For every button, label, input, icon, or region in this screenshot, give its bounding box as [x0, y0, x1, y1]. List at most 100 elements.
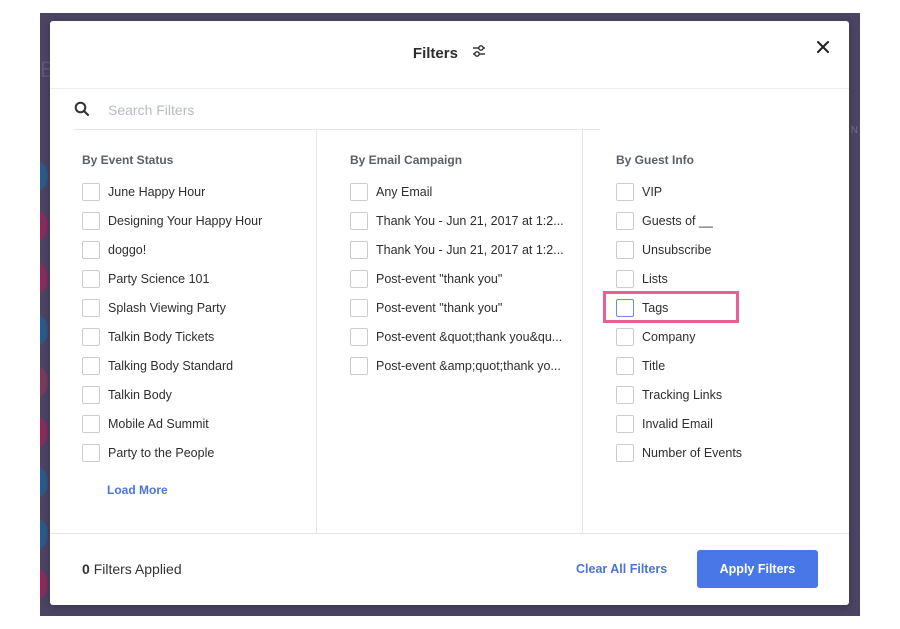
background-avatar: [40, 211, 48, 241]
checkbox[interactable]: [616, 241, 634, 259]
filter-option[interactable]: Invalid Email: [616, 415, 842, 437]
search-bar: [74, 89, 600, 130]
filter-option-label: Post-event &quot;thank you&qu...: [376, 330, 563, 344]
background-avatar: [40, 467, 48, 497]
filter-option[interactable]: June Happy Hour: [82, 183, 308, 205]
filter-option-label: Thank You - Jun 21, 2017 at 1:2...: [376, 243, 564, 257]
checkbox[interactable]: [616, 444, 634, 462]
filter-option[interactable]: Talkin Body: [82, 386, 308, 408]
column-email-campaign: By Email Campaign Any Email Thank You - …: [316, 129, 583, 533]
filters-applied-status: 0 Filters Applied: [82, 561, 182, 577]
filter-option-label: Any Email: [376, 185, 433, 199]
filter-option[interactable]: Talkin Body Tickets: [82, 328, 308, 350]
filter-option[interactable]: Tracking Links: [616, 386, 842, 408]
background-avatar: [40, 569, 48, 599]
search-input[interactable]: [106, 98, 580, 122]
filter-option[interactable]: doggo!: [82, 241, 308, 263]
filter-option-label: Talkin Body Tickets: [108, 330, 215, 344]
filter-option[interactable]: Splash Viewing Party: [82, 299, 308, 321]
filter-option-label: Title: [642, 359, 666, 373]
filter-option-label: Post-event "thank you": [376, 272, 503, 286]
checkbox[interactable]: [616, 415, 634, 433]
filter-option[interactable]: Post-event &quot;thank you&qu...: [350, 328, 576, 350]
filter-option-label: Talkin Body: [108, 388, 172, 402]
filter-option[interactable]: Any Email: [350, 183, 576, 205]
filter-option-label: Thank You - Jun 21, 2017 at 1:2...: [376, 214, 564, 228]
filter-option[interactable]: Title: [616, 357, 842, 379]
filter-option-label: Number of Events: [642, 446, 743, 460]
column-guest-info: By Guest Info VIP Guests of __ Unsubscri…: [582, 129, 850, 533]
checkbox[interactable]: [82, 241, 100, 259]
checkbox[interactable]: [616, 386, 634, 404]
filter-option[interactable]: VIP: [616, 183, 842, 205]
filter-option[interactable]: Guests of __: [616, 212, 842, 234]
checkbox[interactable]: [350, 212, 368, 230]
checkbox[interactable]: [616, 328, 634, 346]
filter-option[interactable]: Mobile Ad Summit: [82, 415, 308, 437]
filter-option[interactable]: Thank You - Jun 21, 2017 at 1:2...: [350, 212, 576, 234]
checkbox[interactable]: [616, 357, 634, 375]
checkbox[interactable]: [82, 357, 100, 375]
filter-option-label: Talking Body Standard: [108, 359, 234, 373]
filter-option-label: doggo!: [108, 243, 147, 257]
filter-option[interactable]: Designing Your Happy Hour: [82, 212, 308, 234]
filter-option[interactable]: Post-event "thank you": [350, 299, 576, 321]
close-button[interactable]: [813, 37, 833, 57]
modal-title-wrap: Filters: [50, 44, 849, 63]
background-avatar: [40, 263, 48, 293]
load-more-link[interactable]: Load More: [107, 483, 168, 497]
filters-modal: Filters Search Filters By Event Status J…: [50, 21, 849, 605]
background-avatar: [40, 161, 48, 191]
filter-option-label: Company: [642, 330, 696, 344]
filter-option-tags[interactable]: Tags: [616, 299, 842, 321]
filter-option[interactable]: Party Science 101: [82, 270, 308, 292]
filter-option-label: Guests of __: [642, 214, 713, 228]
checkbox[interactable]: [82, 444, 100, 462]
checkbox[interactable]: [350, 299, 368, 317]
filter-option[interactable]: Post-event "thank you": [350, 270, 576, 292]
checkbox[interactable]: [82, 328, 100, 346]
filter-option[interactable]: Party to the People: [82, 444, 308, 466]
checkbox[interactable]: [616, 270, 634, 288]
checkbox[interactable]: [350, 357, 368, 375]
filter-option[interactable]: Unsubscribe: [616, 241, 842, 263]
background-avatar: [40, 519, 48, 549]
filter-option-label: Party Science 101: [108, 272, 210, 286]
clear-all-filters-link[interactable]: Clear All Filters: [576, 562, 667, 576]
checkbox[interactable]: [350, 183, 368, 201]
checkbox[interactable]: [82, 183, 100, 201]
filter-option-label: Tracking Links: [642, 388, 723, 402]
filter-option-label: Lists: [642, 272, 668, 286]
column-event-status: By Event Status June Happy Hour Designin…: [50, 129, 316, 533]
checkbox[interactable]: [350, 328, 368, 346]
checkbox[interactable]: [350, 241, 368, 259]
filter-option-label: Party to the People: [108, 446, 215, 460]
background-avatar: [40, 315, 48, 345]
checkbox[interactable]: [616, 212, 634, 230]
checkbox[interactable]: [82, 299, 100, 317]
filter-option-label: Tags: [642, 301, 669, 315]
filter-option-label: Unsubscribe: [642, 243, 712, 257]
filter-option-label: Designing Your Happy Hour: [108, 214, 263, 228]
close-icon: [817, 41, 829, 53]
checkbox[interactable]: [82, 270, 100, 288]
checkbox[interactable]: [82, 386, 100, 404]
filter-option[interactable]: Talking Body Standard: [82, 357, 308, 379]
filter-option[interactable]: Number of Events: [616, 444, 842, 466]
background-fragment: N: [850, 125, 858, 136]
checkbox[interactable]: [616, 183, 634, 201]
apply-filters-button[interactable]: Apply Filters: [697, 550, 818, 588]
checkbox[interactable]: [82, 415, 100, 433]
filter-option[interactable]: Company: [616, 328, 842, 350]
checkbox[interactable]: [350, 270, 368, 288]
filter-option[interactable]: Post-event &amp;quot;thank yo...: [350, 357, 576, 379]
modal-header: Filters: [50, 21, 849, 89]
checkbox[interactable]: [616, 299, 634, 317]
filter-option[interactable]: Lists: [616, 270, 842, 292]
filter-option-label: Invalid Email: [642, 417, 713, 431]
filter-option[interactable]: Thank You - Jun 21, 2017 at 1:2...: [350, 241, 576, 263]
filter-option-label: Splash Viewing Party: [108, 301, 226, 315]
filter-option-label: Post-event &amp;quot;thank yo...: [376, 359, 561, 373]
checkbox[interactable]: [82, 212, 100, 230]
filter-option-label: Post-event "thank you": [376, 301, 503, 315]
